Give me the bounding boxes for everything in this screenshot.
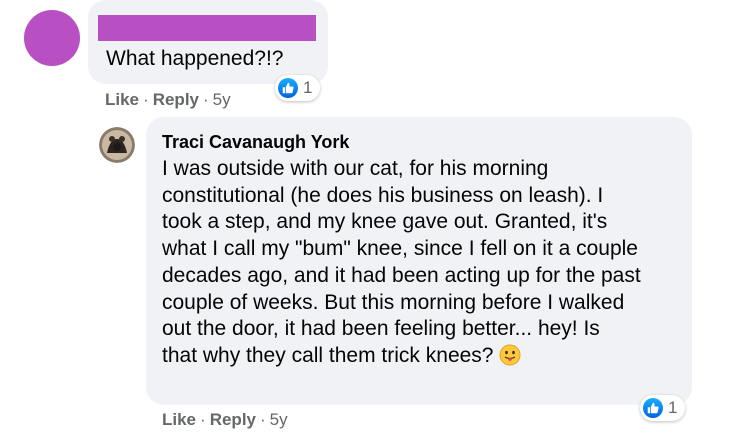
timestamp[interactable]: 5y [213,90,231,110]
comment-text: What happened?!? [106,47,284,70]
reaction-badge[interactable]: 1 [275,75,321,101]
like-link[interactable]: Like [162,410,196,430]
reaction-badge[interactable]: 1 [640,395,686,421]
reply-text-last-line: that why they call them trick knees? [162,343,682,374]
commenter-avatar[interactable] [24,10,80,66]
reaction-count: 1 [668,398,678,417]
timestamp[interactable]: 5y [270,410,288,430]
separator: · [200,410,206,429]
comment-actions: Like · Reply · 5y [105,90,231,110]
reply-author-name[interactable]: Traci Cavanaugh York [162,131,349,153]
reply-text-line: I was outside with our cat, for his morn… [162,157,549,180]
reaction-count: 1 [303,78,313,97]
reply-text: I was outside with our cat, for his morn… [162,156,682,374]
reply-link[interactable]: Reply [153,90,199,110]
redacted-author-name [98,15,316,41]
like-reaction-icon [278,78,298,98]
reply-text-line: what I call my "bum" knee, since I fell … [162,237,638,261]
reply-text-line: constitutional (he does his business on … [162,183,604,207]
reply-link[interactable]: Reply [210,410,256,430]
separator: · [203,90,209,109]
reply-text-line: out the door, it had been feeling better… [162,317,600,341]
separator: · [260,410,266,429]
reply-author-avatar[interactable] [99,127,135,163]
like-link[interactable]: Like [105,90,139,110]
reply-text-line: couple of weeks. But this morning before… [162,290,625,314]
tongue-out-emoji-icon [499,344,521,374]
reply-actions: Like · Reply · 5y [162,410,288,430]
reply-text-line: took a step, and my knee gave out. Grant… [162,210,608,234]
reply-text-line: decades ago, and it had been acting up f… [162,263,641,287]
like-reaction-icon [643,398,663,418]
reply-text-line: that why they call them trick knees? [162,343,494,367]
separator: · [143,90,149,109]
